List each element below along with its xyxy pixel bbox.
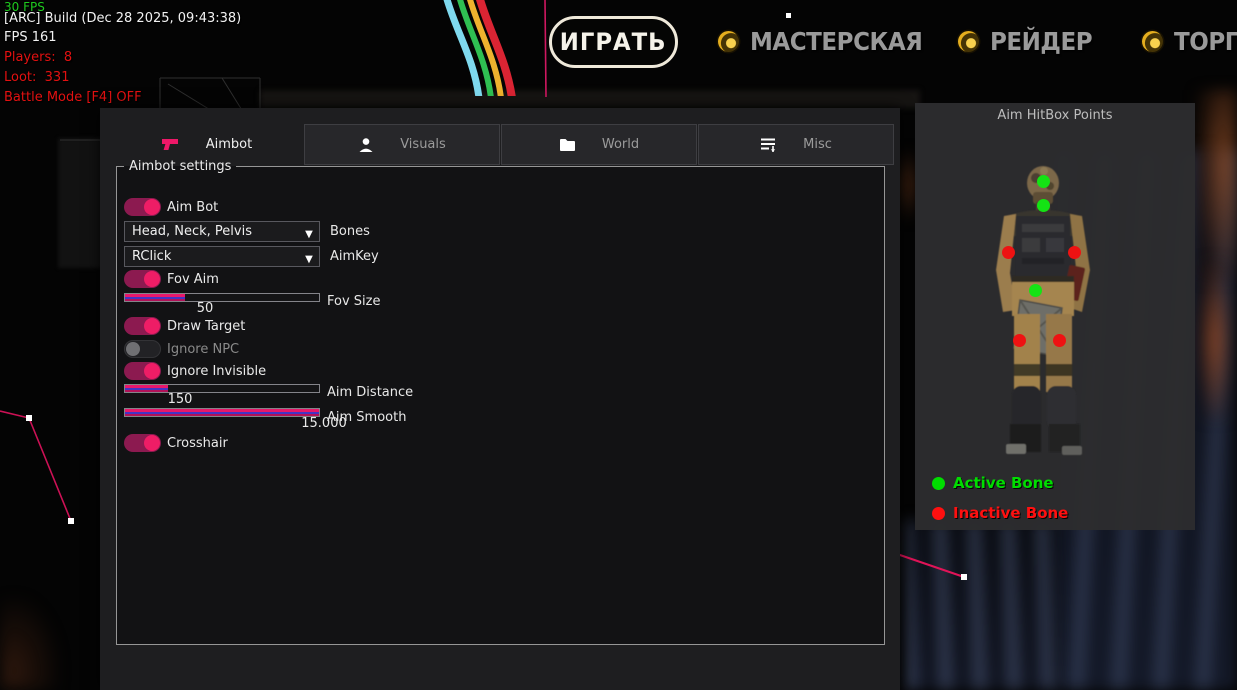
hud-players: Players: 8 <box>4 50 72 65</box>
esp-node <box>961 574 967 580</box>
cheat-menu-window: Aimbot Visuals World <box>100 108 900 690</box>
bones-label: Bones <box>330 224 370 239</box>
chevron-down-icon <box>299 247 319 266</box>
hitbox-panel-title: Aim HitBox Points <box>915 108 1195 123</box>
sliders-icon <box>760 137 777 152</box>
esp-node <box>26 415 32 421</box>
background-shadow <box>0 596 60 690</box>
bone-dot-left-thigh[interactable] <box>1013 334 1026 347</box>
fov-size-value: 50 <box>170 301 240 316</box>
aimkey-label: AimKey <box>330 249 379 264</box>
group-title: Aimbot settings <box>124 159 236 174</box>
game-screen: 30 FPS [ARC] Build (Dec 28 2025, 09:43:3… <box>0 0 1237 690</box>
menu-item-raider[interactable]: РЕЙДЕР <box>958 27 1101 56</box>
tab-label: Aimbot <box>206 137 252 152</box>
hitbox-preview-panel: Aim HitBox Points <box>915 103 1195 530</box>
ignore-npc-toggle[interactable] <box>124 340 161 358</box>
legend-inactive-bone: Inactive Bone <box>932 504 1068 522</box>
tab-label: Visuals <box>400 137 446 152</box>
bone-dot-right-thigh[interactable] <box>1053 334 1066 347</box>
coin-icon <box>718 31 739 52</box>
rainbow-stripes-art <box>428 0 540 96</box>
menu-item-trade[interactable]: ТОРГО <box>1142 27 1237 56</box>
background-scene <box>260 90 920 108</box>
hud-build-info: [ARC] Build (Dec 28 2025, 09:43:38) <box>4 11 241 26</box>
bone-dot-left-shoulder[interactable] <box>1002 246 1015 259</box>
background-window-glow <box>905 520 1055 690</box>
folder-icon <box>559 138 576 152</box>
bones-dropdown[interactable]: Head, Neck, Pelvis <box>124 221 320 242</box>
aimkey-dropdown[interactable]: RClick <box>124 246 320 267</box>
tab-label: World <box>602 137 639 152</box>
background-structure <box>58 138 102 268</box>
bone-dot-pelvis[interactable] <box>1029 284 1042 297</box>
inactive-bone-dot-icon <box>932 507 945 520</box>
coin-icon <box>1142 31 1163 52</box>
ignore-invisible-toggle[interactable] <box>124 362 161 380</box>
menu-item-workshop[interactable]: МАСТЕРСКАЯ <box>718 27 937 56</box>
crosshair-toggle[interactable] <box>124 434 161 452</box>
aim-smooth-label: Aim Smooth <box>327 410 406 425</box>
ignore-npc-label: Ignore NPC <box>167 342 239 357</box>
bone-dot-neck[interactable] <box>1037 199 1050 212</box>
menu-item-label: МАСТЕРСКАЯ <box>750 27 922 56</box>
tab-label: Misc <box>803 137 832 152</box>
crosshair-label: Crosshair <box>167 436 228 451</box>
gun-icon <box>160 137 180 152</box>
player-model <box>970 158 1130 458</box>
aim-distance-label: Aim Distance <box>327 385 413 400</box>
bone-dot-right-shoulder[interactable] <box>1068 246 1081 259</box>
play-button-label: ИГРАТЬ <box>560 28 667 56</box>
menu-item-label: ТОРГО <box>1174 27 1237 56</box>
fov-aim-toggle[interactable] <box>124 270 161 288</box>
ignore-invisible-label: Ignore Invisible <box>167 364 266 379</box>
draw-target-label: Draw Target <box>167 319 245 334</box>
hud-loot: Loot: 331 <box>4 70 69 85</box>
hud-battle-mode: Battle Mode [F4] OFF <box>4 90 142 105</box>
draw-target-toggle[interactable] <box>124 317 161 335</box>
person-icon <box>358 137 374 153</box>
aim-smooth-slider-fill <box>125 409 319 416</box>
play-button[interactable]: ИГРАТЬ <box>549 16 678 68</box>
background-rust-texture <box>897 150 917 220</box>
bones-dropdown-value: Head, Neck, Pelvis <box>125 224 299 239</box>
aim-bot-toggle[interactable] <box>124 198 161 216</box>
fov-size-label: Fov Size <box>327 294 380 309</box>
aimkey-dropdown-value: RClick <box>125 249 299 264</box>
fov-aim-label: Fov Aim <box>167 272 219 287</box>
esp-node <box>68 518 74 524</box>
chevron-down-icon <box>299 222 319 241</box>
menu-item-label: РЕЙДЕР <box>990 27 1092 56</box>
coin-icon <box>958 31 979 52</box>
legend-label: Inactive Bone <box>953 504 1068 522</box>
fov-size-slider-fill <box>125 294 185 301</box>
esp-node <box>786 13 791 18</box>
aimbot-settings-group: Aimbot settings Aim Bot Head, Neck, Pelv… <box>116 159 885 645</box>
legend-active-bone: Active Bone <box>932 474 1054 492</box>
background-rust-texture <box>1196 90 1237 280</box>
legend-label: Active Bone <box>953 474 1054 492</box>
background-rust-texture <box>1198 260 1232 420</box>
hud-fps: FPS 161 <box>4 30 57 45</box>
active-bone-dot-icon <box>932 477 945 490</box>
aim-distance-value: 150 <box>145 392 215 407</box>
bone-dot-head[interactable] <box>1037 175 1050 188</box>
aim-distance-slider-fill <box>125 385 168 392</box>
aim-bot-label: Aim Bot <box>167 200 218 215</box>
